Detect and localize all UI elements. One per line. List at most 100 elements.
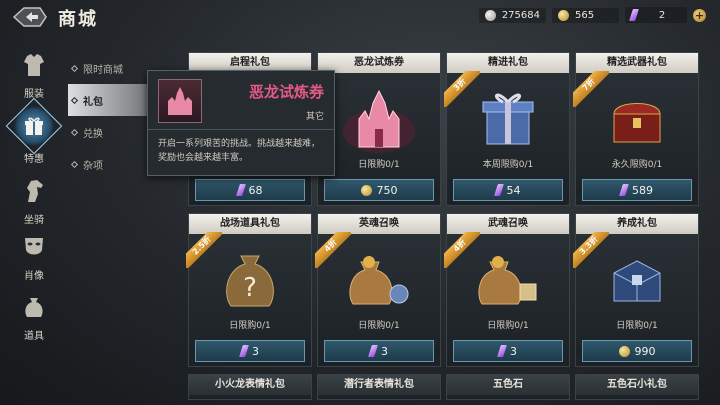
gold-coin-icon xyxy=(360,184,372,196)
bag-icon xyxy=(25,298,43,317)
product-name: 精选武器礼包 xyxy=(576,53,698,73)
product-card[interactable]: 潜行者表情礼包 xyxy=(317,374,441,400)
gem-icon xyxy=(619,184,629,196)
product-card[interactable]: 战场道具礼包 2.5折 ? 日限购0/1 3 xyxy=(186,213,312,367)
product-card[interactable]: 精选武器礼包 7折 永久限购0/1 589 xyxy=(573,52,699,206)
product-card[interactable]: 五色石小礼包 xyxy=(575,374,699,400)
gem-icon xyxy=(497,345,507,357)
rail-item-clothing[interactable]: 服装 xyxy=(10,50,58,100)
armor-icon xyxy=(24,54,44,76)
gem-icon xyxy=(235,184,246,196)
product-card[interactable]: 精进礼包 3折 本周限购0/1 54 xyxy=(444,52,570,206)
blue-chest-image xyxy=(582,240,692,320)
product-card[interactable]: 小火龙表情礼包 xyxy=(188,374,312,400)
currency-bar: 275684 565 2 + xyxy=(478,7,706,23)
product-card[interactable]: 五色石 xyxy=(446,374,570,400)
product-name: 养成礼包 xyxy=(576,214,698,234)
purchase-limit: 日限购0/1 xyxy=(487,321,529,331)
gem-icon xyxy=(239,345,249,357)
product-name: 五色石 xyxy=(447,375,569,395)
gem-currency: 2 xyxy=(625,7,687,23)
purchase-limit: 日限购0/1 xyxy=(229,321,271,331)
price-value: 589 xyxy=(632,183,653,197)
gold-amount: 565 xyxy=(575,9,595,21)
svg-text:?: ? xyxy=(243,273,257,303)
sub-item-label: 杂项 xyxy=(83,160,103,172)
category-rail: 服装 特惠 坐骑 肖像 道具 xyxy=(0,40,68,405)
bullet-icon xyxy=(70,160,79,168)
purchase-limit: 日限购0/1 xyxy=(358,321,400,331)
product-name: 战场道具礼包 xyxy=(189,214,311,234)
rail-item-mounts[interactable]: 坐骑 xyxy=(10,176,58,226)
product-card[interactable]: 养成礼包 3.3折 日限购0/1 990 xyxy=(573,213,699,367)
price-value: 68 xyxy=(248,183,263,197)
rail-item-deals[interactable]: 特惠 xyxy=(5,97,63,165)
coin-sack-puzzle-image xyxy=(453,240,563,320)
bullet-icon xyxy=(70,64,79,72)
castle-ticket-image xyxy=(324,79,434,159)
price-value: 54 xyxy=(506,183,521,197)
bullet-icon xyxy=(70,128,79,136)
silver-currency: 275684 xyxy=(478,7,546,23)
sub-item-label: 礼包 xyxy=(83,96,103,108)
gold-coin-icon xyxy=(558,9,569,21)
page-title: 商城 xyxy=(58,9,98,30)
rail-item-items[interactable]: 道具 xyxy=(10,292,58,342)
price-value: 3 xyxy=(510,344,517,358)
tooltip-item-type: 其它 xyxy=(305,112,324,122)
product-name: 精进礼包 xyxy=(447,53,569,73)
product-name: 恶龙试炼券 xyxy=(318,53,440,73)
gem-icon xyxy=(493,184,504,196)
weapon-chest-image xyxy=(582,79,692,159)
item-tooltip: 恶龙试炼券 其它 开启一系列艰苦的挑战。挑战越来越难，奖励也会越来越丰富。 xyxy=(147,70,335,176)
product-name: 潜行者表情礼包 xyxy=(318,375,440,395)
tooltip-item-thumbnail xyxy=(158,79,202,123)
product-card[interactable]: 武魂召唤 4折 日限购0/1 3 xyxy=(444,213,570,367)
purchase-limit: 本周限购0/1 xyxy=(482,160,534,170)
product-name: 小火龙表情礼包 xyxy=(189,375,311,395)
purchase-limit: 永久限购0/1 xyxy=(611,160,663,170)
back-button[interactable] xyxy=(10,4,50,30)
buy-button[interactable]: 54 xyxy=(453,179,563,201)
rail-label-items: 道具 xyxy=(24,331,44,342)
price-value: 3 xyxy=(381,344,388,358)
silver-coin-icon xyxy=(484,9,496,21)
gift-box-image xyxy=(453,79,563,159)
price-value: 3 xyxy=(252,344,259,358)
mystery-bag-image: ? xyxy=(195,240,305,320)
back-arrow-icon xyxy=(12,7,47,27)
rail-label-mounts: 坐骑 xyxy=(24,215,44,226)
gold-coin-icon xyxy=(618,345,630,357)
purchase-limit: 日限购0/1 xyxy=(616,321,658,331)
product-name: 五色石小礼包 xyxy=(576,375,698,395)
add-gems-button[interactable]: + xyxy=(693,8,706,22)
gem-icon xyxy=(368,345,378,357)
buy-button[interactable]: 68 xyxy=(195,179,305,201)
rail-label-portraits: 肖像 xyxy=(24,271,44,282)
product-name: 武魂召唤 xyxy=(447,214,569,234)
price-value: 990 xyxy=(634,344,656,358)
horse-icon xyxy=(27,180,43,202)
tooltip-description: 开启一系列艰苦的挑战。挑战越来越难，奖励也会越来越丰富。 xyxy=(158,139,321,163)
gem-icon xyxy=(629,9,639,21)
buy-button[interactable]: 3 xyxy=(453,340,563,362)
buy-button[interactable]: 589 xyxy=(582,179,692,201)
tooltip-divider xyxy=(148,129,334,130)
product-name: 英魂召唤 xyxy=(318,214,440,234)
purchase-limit: 日限购0/1 xyxy=(358,160,400,170)
price-value: 750 xyxy=(376,183,398,197)
silver-amount: 275684 xyxy=(501,9,540,21)
sub-item-label: 兑换 xyxy=(83,128,103,140)
product-card[interactable]: 英魂召唤 4折 日限购0/1 3 xyxy=(315,213,441,367)
gold-currency: 565 xyxy=(552,7,619,23)
product-card[interactable]: 恶龙试炼券 日限购0/1 750 xyxy=(317,52,441,206)
buy-button[interactable]: 750 xyxy=(324,179,434,201)
tooltip-title: 恶龙试炼券 xyxy=(248,83,324,101)
buy-button[interactable]: 3 xyxy=(324,340,434,362)
rail-item-portraits[interactable]: 肖像 xyxy=(10,232,58,282)
buy-button[interactable]: 990 xyxy=(582,340,692,362)
buy-button[interactable]: 3 xyxy=(195,340,305,362)
coin-sack-image xyxy=(324,240,434,320)
bullet-icon xyxy=(70,96,79,104)
gift-icon xyxy=(25,117,43,135)
